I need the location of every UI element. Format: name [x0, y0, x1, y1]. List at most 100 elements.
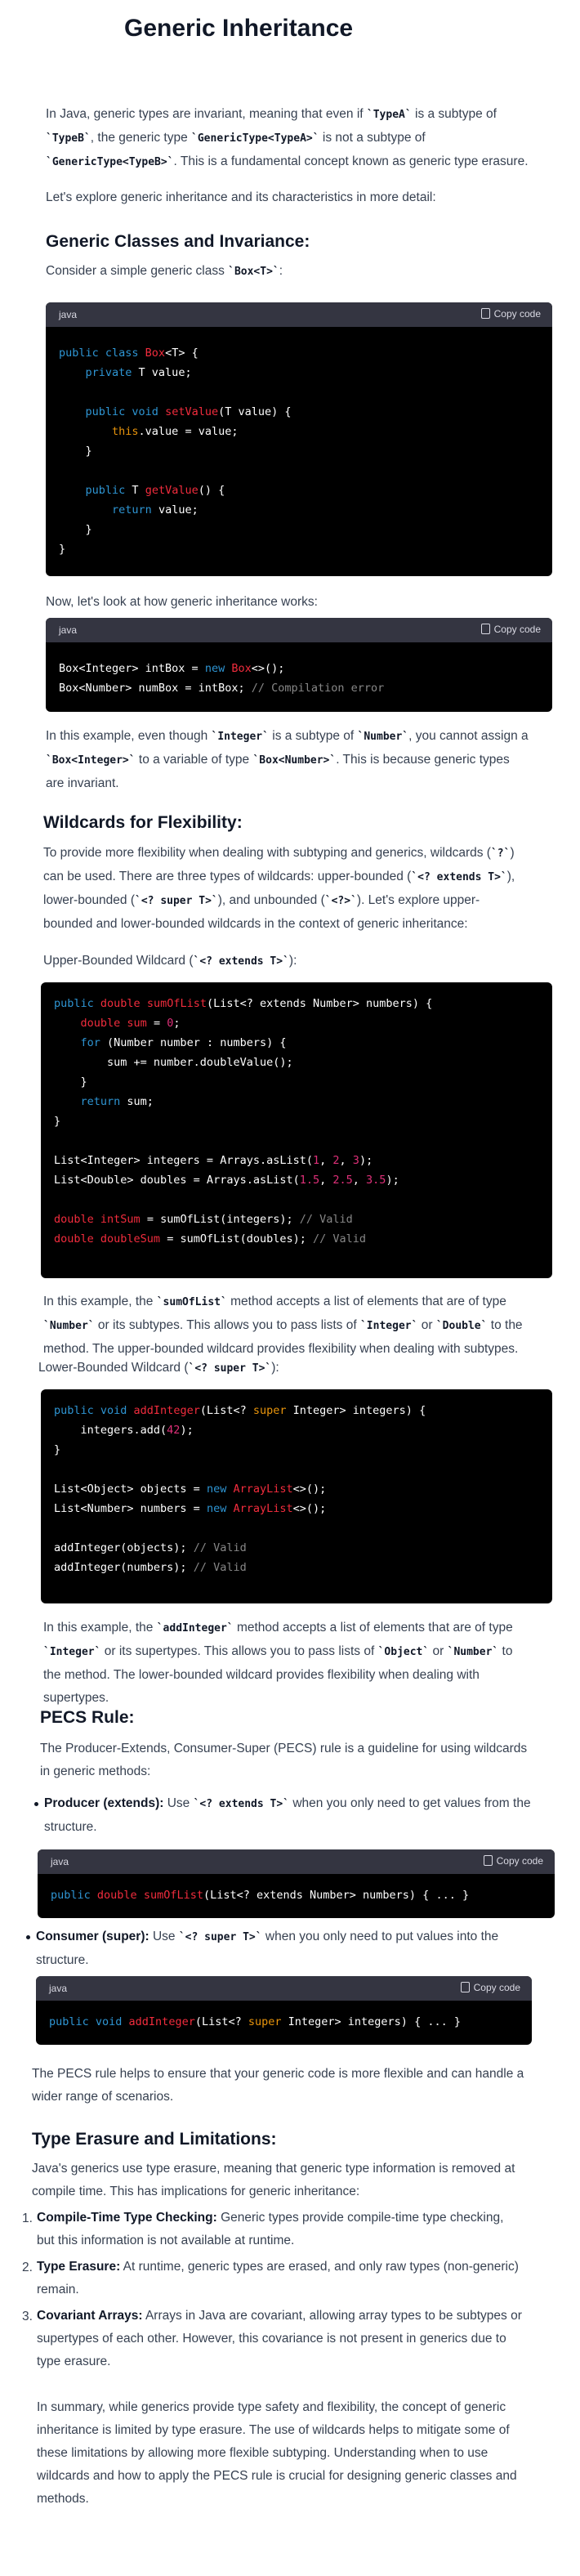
- clipboard-icon: [460, 1982, 470, 1992]
- section-heading-pecs: PECS Rule:: [40, 1708, 135, 1727]
- code-line: List<Double> doubles = Arrays.asList(1.5…: [54, 1174, 399, 1187]
- code-line: double intSum = sumOfList(integers); // …: [54, 1213, 353, 1226]
- code-token: sum;: [127, 1095, 154, 1108]
- code-token: super: [248, 2015, 288, 2028]
- code-token: public void: [54, 1404, 134, 1417]
- code-line: public double sumOfList(List<? extends N…: [51, 1889, 469, 1902]
- erasure-item-compile-time: Compile-Time Type Checking: Generic type…: [37, 2211, 504, 2247]
- code-token: public: [51, 1889, 97, 1902]
- code-token: }: [59, 445, 92, 458]
- code-token: List<Object> objects =: [54, 1483, 207, 1496]
- code-token: 1.5: [299, 1174, 320, 1187]
- code-line: double doubleSum = sumOfList(doubles); /…: [54, 1232, 366, 1246]
- article: Generic Inheritance In Java, generic typ…: [0, 0, 580, 2576]
- code-line: public double sumOfList(List<? extends N…: [54, 997, 432, 1010]
- copy-code-button[interactable]: Copy code: [483, 1855, 543, 1867]
- section-heading-generic-classes: Generic Classes and Invariance:: [46, 232, 310, 251]
- code-line: for (Number number : numbers) {: [54, 1036, 287, 1049]
- code-token: (List<?: [194, 2015, 248, 2028]
- code-block-pecs-super: java Copy code public void addInteger(Li…: [36, 1976, 532, 2045]
- code-token: Integer> integers) {: [292, 1404, 426, 1417]
- code-token: intSum: [100, 1213, 147, 1226]
- copy-code-button[interactable]: Copy code: [480, 624, 541, 635]
- code-block-box-class: java Copy code public class Box<T> { pri…: [46, 302, 552, 576]
- code-language-label: java: [59, 309, 78, 320]
- code-token: Box<Integer> intBox =: [59, 662, 205, 675]
- code-token: double: [100, 997, 147, 1010]
- code-token: setValue: [165, 405, 219, 418]
- code-line: }: [59, 543, 65, 556]
- code-token: <>();: [292, 1502, 327, 1515]
- code-token: ,: [319, 1174, 333, 1187]
- code-line: Box<Number> numBox = intBox; // Compilat…: [59, 682, 384, 695]
- code-token: integers.add(: [54, 1424, 167, 1437]
- code-token: addInteger(numbers);: [54, 1561, 194, 1574]
- code-token: (List<?: [199, 1404, 253, 1417]
- code-block-pecs-extends: java Copy code public double sumOfList(L…: [38, 1849, 555, 1918]
- code-line: return value;: [59, 503, 199, 517]
- code-token: <>();: [251, 662, 285, 675]
- code-token: (List<? extends Number> numbers) { ... }: [203, 1889, 470, 1902]
- code-content: public double sumOfList(List<? extends N…: [41, 982, 552, 1260]
- code-token: (Number number : numbers) {: [107, 1036, 287, 1049]
- code-content: public double sumOfList(List<? extends N…: [38, 1874, 555, 1916]
- type-erasure-intro: Java's generics use type erasure, meanin…: [32, 2162, 515, 2198]
- bullet-dot: [26, 1935, 30, 1939]
- code-token: ;: [173, 1017, 181, 1030]
- code-token: List<Double> doubles = Arrays.asList(: [54, 1174, 300, 1187]
- list-number: 2.: [22, 2261, 33, 2274]
- code-line: public class Box<T> {: [59, 347, 199, 360]
- code-block-header: java Copy code: [38, 1849, 555, 1874]
- code-token: ,: [319, 1154, 333, 1167]
- code-block-lower-bounded: public void addInteger(List<? super Inte…: [41, 1389, 552, 1603]
- code-line: List<Number> numbers = new ArrayList<>()…: [54, 1502, 326, 1515]
- code-token: public: [54, 997, 100, 1010]
- code-block-header: java Copy code: [36, 1976, 532, 2001]
- code-block-box-assign: java Copy code Box<Integer> intBox = new…: [46, 618, 552, 712]
- code-token: 3.5: [366, 1174, 386, 1187]
- copy-code-button[interactable]: Copy code: [460, 1982, 520, 1993]
- section-heading-wildcards: Wildcards for Flexibility:: [43, 813, 243, 832]
- code-block-header: java Copy code: [46, 302, 552, 327]
- code-token: public void: [49, 2015, 129, 2028]
- code-token: <>();: [292, 1483, 327, 1496]
- code-token: double: [96, 1889, 144, 1902]
- code-token: List<Number> numbers =: [54, 1502, 207, 1515]
- code-token: return: [80, 1095, 127, 1108]
- code-token: ArrayList: [233, 1483, 293, 1496]
- code-token: () {: [198, 484, 225, 497]
- code-token: sumOfList: [146, 997, 207, 1010]
- code-line: }: [54, 1076, 87, 1089]
- code-token: new: [206, 1483, 234, 1496]
- code-token: );: [359, 1154, 373, 1167]
- code-line: }: [54, 1443, 60, 1456]
- code-token: new: [204, 662, 232, 675]
- code-token: }: [59, 523, 92, 536]
- pecs-consumer-item: Consumer (super): Use `<? super T>` when…: [36, 1930, 499, 1967]
- lower-bounded-label: Lower-Bounded Wildcard (`<? super T>`):: [38, 1361, 279, 1375]
- code-token: public class: [59, 347, 145, 360]
- code-token: Integer> integers) { ... }: [288, 2015, 461, 2028]
- code-language-label: java: [59, 624, 78, 636]
- code-line: List<Object> objects = new ArrayList<>()…: [54, 1483, 326, 1496]
- code-token: addInteger(objects);: [54, 1541, 194, 1554]
- code-line: public void setValue(T value) {: [59, 405, 292, 418]
- list-number: 3.: [22, 2310, 33, 2323]
- code-token: 3: [352, 1154, 359, 1167]
- code-language-label: java: [49, 1983, 68, 1994]
- code-token: 2: [332, 1154, 340, 1167]
- code-token: }: [54, 1115, 61, 1128]
- code-language-label: java: [51, 1856, 69, 1867]
- code-token: new: [206, 1502, 234, 1515]
- code-token: (List<? extends Number> numbers) {: [206, 997, 433, 1010]
- code-line: private T value;: [59, 366, 192, 379]
- copy-code-button[interactable]: Copy code: [480, 308, 541, 320]
- code-line: public void addInteger(List<? super Inte…: [54, 1404, 426, 1417]
- code-token: );: [386, 1174, 399, 1187]
- code-token: doubleSum: [100, 1232, 167, 1246]
